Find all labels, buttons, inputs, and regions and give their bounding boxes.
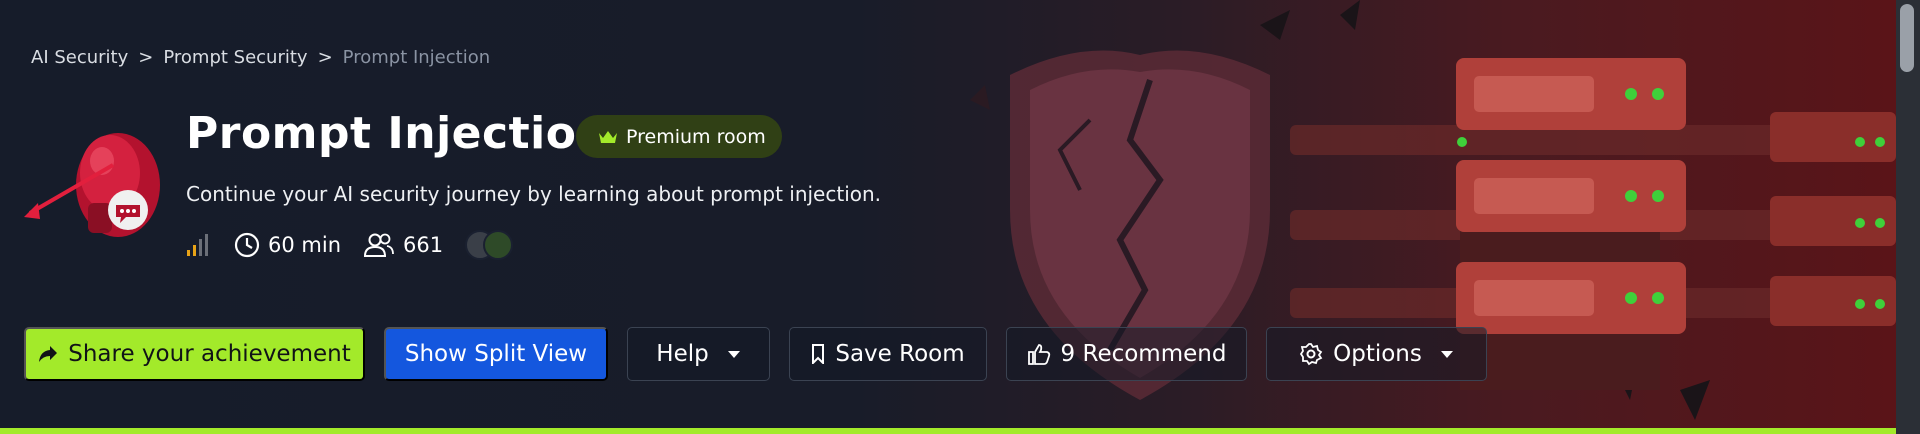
options-label: Options — [1333, 341, 1422, 367]
room-creators[interactable] — [465, 230, 514, 260]
help-label: Help — [656, 341, 709, 367]
breadcrumb-item-current: Prompt Injection — [342, 47, 491, 68]
share-icon — [39, 346, 58, 362]
options-dropdown-button[interactable]: Options — [1266, 327, 1487, 381]
recommend-button[interactable]: 9 Recommend — [1006, 327, 1247, 381]
caret-down-icon — [1440, 350, 1453, 358]
room-logo-icon — [24, 133, 160, 237]
breadcrumb-separator: > — [317, 47, 333, 68]
creator-avatar[interactable] — [483, 230, 514, 260]
room-description: Continue your AI security journey by lea… — [186, 182, 882, 206]
save-room-label: Save Room — [835, 341, 965, 367]
show-split-view-button[interactable]: Show Split View — [384, 327, 608, 381]
signal-bars-icon — [187, 234, 208, 256]
premium-badge: Premium room — [576, 115, 782, 158]
difficulty-indicator — [186, 233, 212, 257]
help-dropdown-button[interactable]: Help — [627, 327, 770, 381]
users-count: 661 — [403, 233, 444, 257]
gear-icon — [1300, 343, 1323, 366]
bookmark-icon — [812, 344, 825, 364]
room-meta: 60 min 661 — [186, 230, 514, 260]
save-room-button[interactable]: Save Room — [789, 327, 987, 381]
breadcrumb-item-ai-security[interactable]: AI Security — [31, 47, 128, 68]
accent-divider — [0, 428, 1920, 434]
breadcrumb-separator: > — [138, 47, 154, 68]
thumbs-up-icon — [1027, 344, 1050, 365]
premium-badge-label: Premium room — [626, 125, 766, 148]
breadcrumb: AI Security > Prompt Security > Prompt I… — [31, 47, 490, 68]
room-title: Prompt Injection — [186, 108, 609, 159]
duration-text: 60 min — [268, 233, 341, 257]
room-actions: Share your achievement Show Split View H… — [24, 327, 1487, 381]
duration-indicator: 60 min — [234, 232, 341, 258]
share-achievement-button[interactable]: Share your achievement — [24, 327, 365, 381]
users-icon — [363, 233, 394, 257]
caret-down-icon — [727, 350, 740, 358]
scrollbar-thumb[interactable] — [1900, 4, 1914, 72]
clock-icon — [234, 232, 260, 258]
breadcrumb-item-prompt-security[interactable]: Prompt Security — [163, 47, 307, 68]
recommend-label: 9 Recommend — [1060, 341, 1227, 367]
crown-icon — [599, 130, 617, 143]
share-achievement-label: Share your achievement — [68, 341, 351, 367]
users-indicator: 661 — [363, 232, 443, 258]
